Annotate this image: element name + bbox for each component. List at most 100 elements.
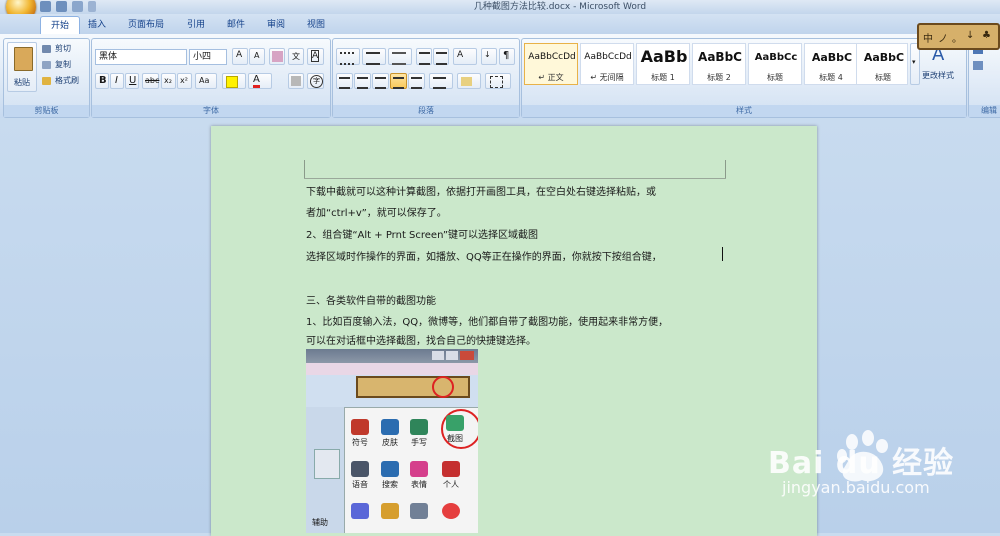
show-marks-button[interactable]: ¶ [499,48,515,65]
phonetic-guide-button[interactable]: 文 [288,48,304,65]
clipboard-group: 粘贴 剪切 复制 格式刷 剪贴板 [3,38,90,118]
ime-mode-chinese[interactable]: 中 [923,30,933,45]
text-cursor [722,247,723,261]
ime-punctuation-toggle[interactable]: 。 [952,30,962,45]
paragraph-group: A ↓ ¶ 段落 [332,38,520,118]
grow-font-button[interactable]: A [232,48,248,65]
char-shading-button[interactable] [288,73,304,89]
clipboard-group-label: 剪贴板 [4,105,89,117]
style-title[interactable]: AaBbCc 标题 [748,43,802,85]
decrease-indent-button[interactable] [416,48,432,65]
margin-corner-left [304,160,305,178]
embedded-screenshot[interactable]: 辅助 符号 皮肤 手写 截图 语音 搜索 表情 个人 [306,349,478,533]
style-subtitle[interactable]: AaBbC 标题 [856,43,908,85]
style-heading-4[interactable]: AaBbC 标题 4 [804,43,858,85]
paste-button[interactable]: 粘贴 [7,42,37,92]
ime-skin-icon[interactable]: ♣ [982,30,991,41]
change-case-button[interactable]: Aa [195,73,217,89]
style-heading-2[interactable]: AaBbC 标题 2 [692,43,746,85]
style-title-name: 标题 [767,73,783,82]
symbol-icon [351,419,369,435]
align-center-button[interactable] [354,73,371,89]
clear-format-button[interactable] [269,48,285,65]
paint-bucket-icon [461,77,472,86]
ime-width-toggle[interactable]: ノ [938,30,948,45]
increase-indent-icon [436,52,447,65]
copy-label: 复制 [55,60,71,69]
copy-icon [42,61,51,69]
style-heading-1[interactable]: AaBb 标题 1 [636,43,690,85]
bullets-button[interactable] [336,48,360,65]
tab-page-layout[interactable]: 页面布局 [118,16,174,34]
screenshot-tool-label: 截图 [447,434,463,443]
enclose-char-button[interactable]: 字 [307,73,324,89]
qat-dropdown-icon[interactable] [88,1,96,12]
align-center-icon [357,77,368,89]
shrink-font-button[interactable]: A [249,48,265,65]
align-right-button[interactable] [372,73,389,89]
skin-label: 皮肤 [382,438,398,447]
personal-icon [442,461,460,477]
highlight-button[interactable] [222,73,246,89]
paste-icon [14,47,33,71]
more-tool-icon-4 [442,503,460,519]
sort-button[interactable]: ↓ [481,48,497,65]
change-styles-button[interactable]: A 更改样式 [922,44,962,86]
justify-icon [393,77,404,89]
align-left-button[interactable] [336,73,353,89]
superscript-button[interactable]: x² [177,73,192,89]
borders-button[interactable] [485,73,511,89]
line-spacing-button[interactable] [429,73,453,89]
brush-icon [42,77,51,85]
style-no-spacing[interactable]: AaBbCcDd ↵ 无间隔 [580,43,634,85]
underline-icon: U [129,75,137,86]
chinese-layout-button[interactable]: A [453,48,477,65]
line-spacing-icon [433,77,446,89]
save-icon[interactable] [40,1,51,12]
increase-indent-button[interactable] [433,48,449,65]
tab-insert[interactable]: 插入 [80,16,114,34]
tab-mailings[interactable]: 邮件 [218,16,254,34]
bold-button[interactable]: B [95,73,109,89]
numbering-button[interactable] [362,48,386,65]
voice-label: 语音 [352,480,368,489]
tab-review[interactable]: 审阅 [258,16,294,34]
shot-toolbar-strip [306,363,478,375]
tab-view[interactable]: 视图 [298,16,334,34]
handwriting-label: 手写 [411,438,427,447]
tab-home[interactable]: 开始 [40,16,80,35]
font-color-button[interactable]: A [248,73,272,89]
undo-icon[interactable] [56,1,67,12]
tab-references[interactable]: 引用 [178,16,214,34]
clear-format-icon [272,51,283,62]
shot-doc-icon [314,449,340,479]
multilevel-list-button[interactable] [388,48,412,65]
bold-icon: B [99,75,107,86]
style-normal[interactable]: AaBbCcDd ↵ 正文 [524,43,578,85]
char-border-button[interactable]: A [307,48,324,65]
ime-soft-keyboard[interactable]: ↓ [966,30,974,41]
window-title: 几种截图方法比较.docx - Microsoft Word [473,2,647,12]
shading-button[interactable] [457,73,481,89]
italic-button[interactable]: I [110,73,124,89]
font-group: 黑体 小四 A A 文 A B I U abc x₂ x² Aa A 字 字体 [91,38,331,118]
subscript-button[interactable]: x₂ [161,73,176,89]
shrink-font-icon: A [254,51,260,60]
handwriting-icon [410,419,428,435]
grow-font-icon: A [236,50,243,60]
replace-icon[interactable] [973,61,983,70]
personal-label: 个人 [443,480,459,489]
distribute-button[interactable] [408,73,425,89]
font-name-select[interactable]: 黑体 [95,49,187,65]
redo-icon[interactable] [72,1,83,12]
italic-icon: I [115,75,118,86]
style-heading-2-preview: AaBbC [698,50,742,64]
strikethrough-button[interactable]: abc [142,73,159,89]
font-size-select[interactable]: 小四 [189,49,227,65]
doc-line-7: 1、比如百度输入法，QQ，微博等，他们都自带了截图功能，使用起来非常方便， [306,317,669,328]
underline-button[interactable]: U [125,73,139,89]
style-title-preview: AaBbCc [754,52,798,63]
justify-button[interactable] [390,73,407,89]
chinese-layout-icon: A [457,50,464,60]
align-left-icon [339,77,350,89]
